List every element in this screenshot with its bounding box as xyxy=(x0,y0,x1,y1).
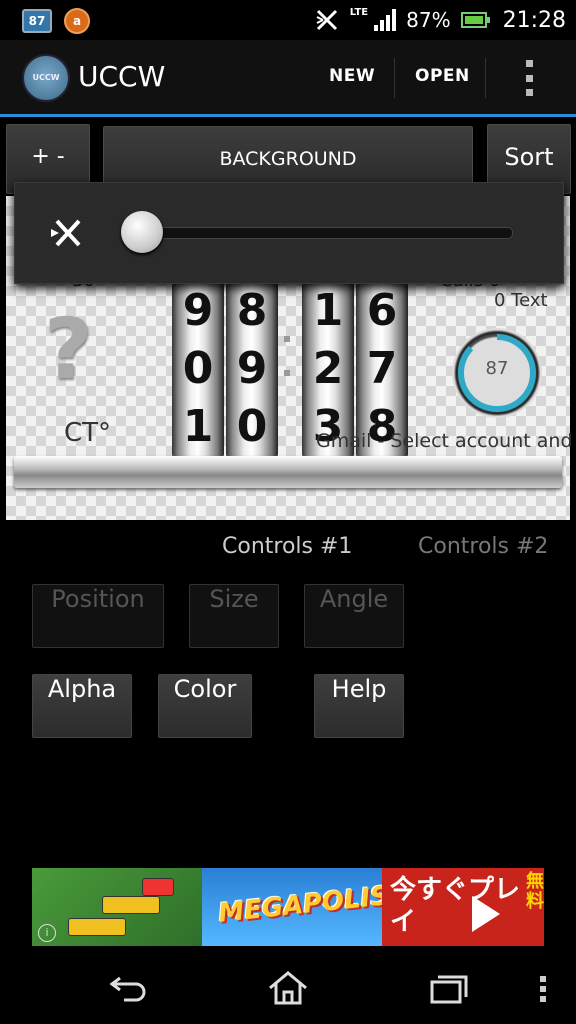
open-button[interactable]: OPEN xyxy=(415,66,470,86)
volume-slider-thumb[interactable] xyxy=(121,211,163,253)
app-logo-icon[interactable]: UCCW xyxy=(22,54,70,102)
signal-icon xyxy=(374,9,397,31)
vibrate-mute-icon[interactable] xyxy=(47,213,87,253)
metal-bar xyxy=(14,456,562,488)
drum-digit: 9 xyxy=(182,285,214,336)
notification-badge-icon: 87 xyxy=(22,9,52,33)
gmail-label: Gmail - Select account and xyxy=(316,430,573,452)
tab-controls-1[interactable]: Controls #1 xyxy=(222,534,352,559)
drum-digit: 0 xyxy=(182,343,214,394)
alpha-button[interactable]: Alpha xyxy=(32,674,132,738)
vibrate-mute-icon xyxy=(316,9,337,31)
back-icon[interactable] xyxy=(106,970,150,1006)
status-bar: 87 a LTE 87% 21:28 xyxy=(0,0,576,40)
app-title: UCCW xyxy=(78,60,166,93)
drum-digit: 2 xyxy=(312,343,344,394)
color-button[interactable]: Color xyxy=(158,674,252,738)
volume-popup xyxy=(14,182,564,284)
battery-icon xyxy=(460,12,490,28)
battery-percent: 87% xyxy=(406,8,451,32)
volume-slider-track[interactable] xyxy=(127,227,513,239)
text-count-label: 0 Text xyxy=(494,290,548,311)
drum-digit: 7 xyxy=(366,343,398,394)
ad-cta-text: 今すぐプレイ xyxy=(390,875,521,937)
arrow-right-icon xyxy=(472,896,500,932)
drum-digit: 1 xyxy=(312,285,344,336)
separator xyxy=(485,58,486,98)
tab-controls-2[interactable]: Controls #2 xyxy=(418,534,548,559)
app-notification-icon: a xyxy=(64,8,90,34)
size-button[interactable]: Size xyxy=(189,584,279,648)
clock-drum-hour-ones: 8 9 0 1 xyxy=(226,282,278,458)
drum-digit: 8 xyxy=(236,285,268,336)
info-icon[interactable]: i xyxy=(38,924,56,942)
network-type: LTE xyxy=(349,6,369,18)
new-button[interactable]: NEW xyxy=(329,66,375,86)
drum-digit: 6 xyxy=(366,285,398,336)
clock: 21:28 xyxy=(502,7,566,33)
separator xyxy=(394,58,395,98)
drum-digit: 1 xyxy=(182,401,214,452)
home-icon[interactable] xyxy=(266,970,310,1006)
clock-colon xyxy=(284,336,290,376)
position-button[interactable]: Position xyxy=(32,584,164,648)
drum-digit: 0 xyxy=(236,401,268,452)
temperature-label: CT° xyxy=(64,418,112,448)
recents-icon[interactable] xyxy=(426,970,470,1006)
bus-icon xyxy=(102,896,160,914)
weather-unknown-icon: ? xyxy=(44,300,93,398)
navigation-bar xyxy=(0,952,576,1024)
clock-drum-hour-tens: 9 0 1 2 xyxy=(172,282,224,458)
action-bar: UCCW UCCW NEW OPEN xyxy=(0,40,576,117)
help-button[interactable]: Help xyxy=(314,674,404,738)
overflow-menu-icon[interactable] xyxy=(526,60,534,96)
bus-icon xyxy=(68,918,126,936)
battery-gauge-value: 87 xyxy=(485,358,509,379)
drum-digit: 9 xyxy=(236,343,268,394)
ad-banner[interactable]: MEGAPOLIS 今すぐプレイ 無料 i xyxy=(32,868,544,946)
angle-button[interactable]: Angle xyxy=(304,584,404,648)
ad-free-label: 無料 xyxy=(526,871,544,912)
menu-icon[interactable] xyxy=(540,976,546,1002)
car-icon xyxy=(142,878,174,896)
